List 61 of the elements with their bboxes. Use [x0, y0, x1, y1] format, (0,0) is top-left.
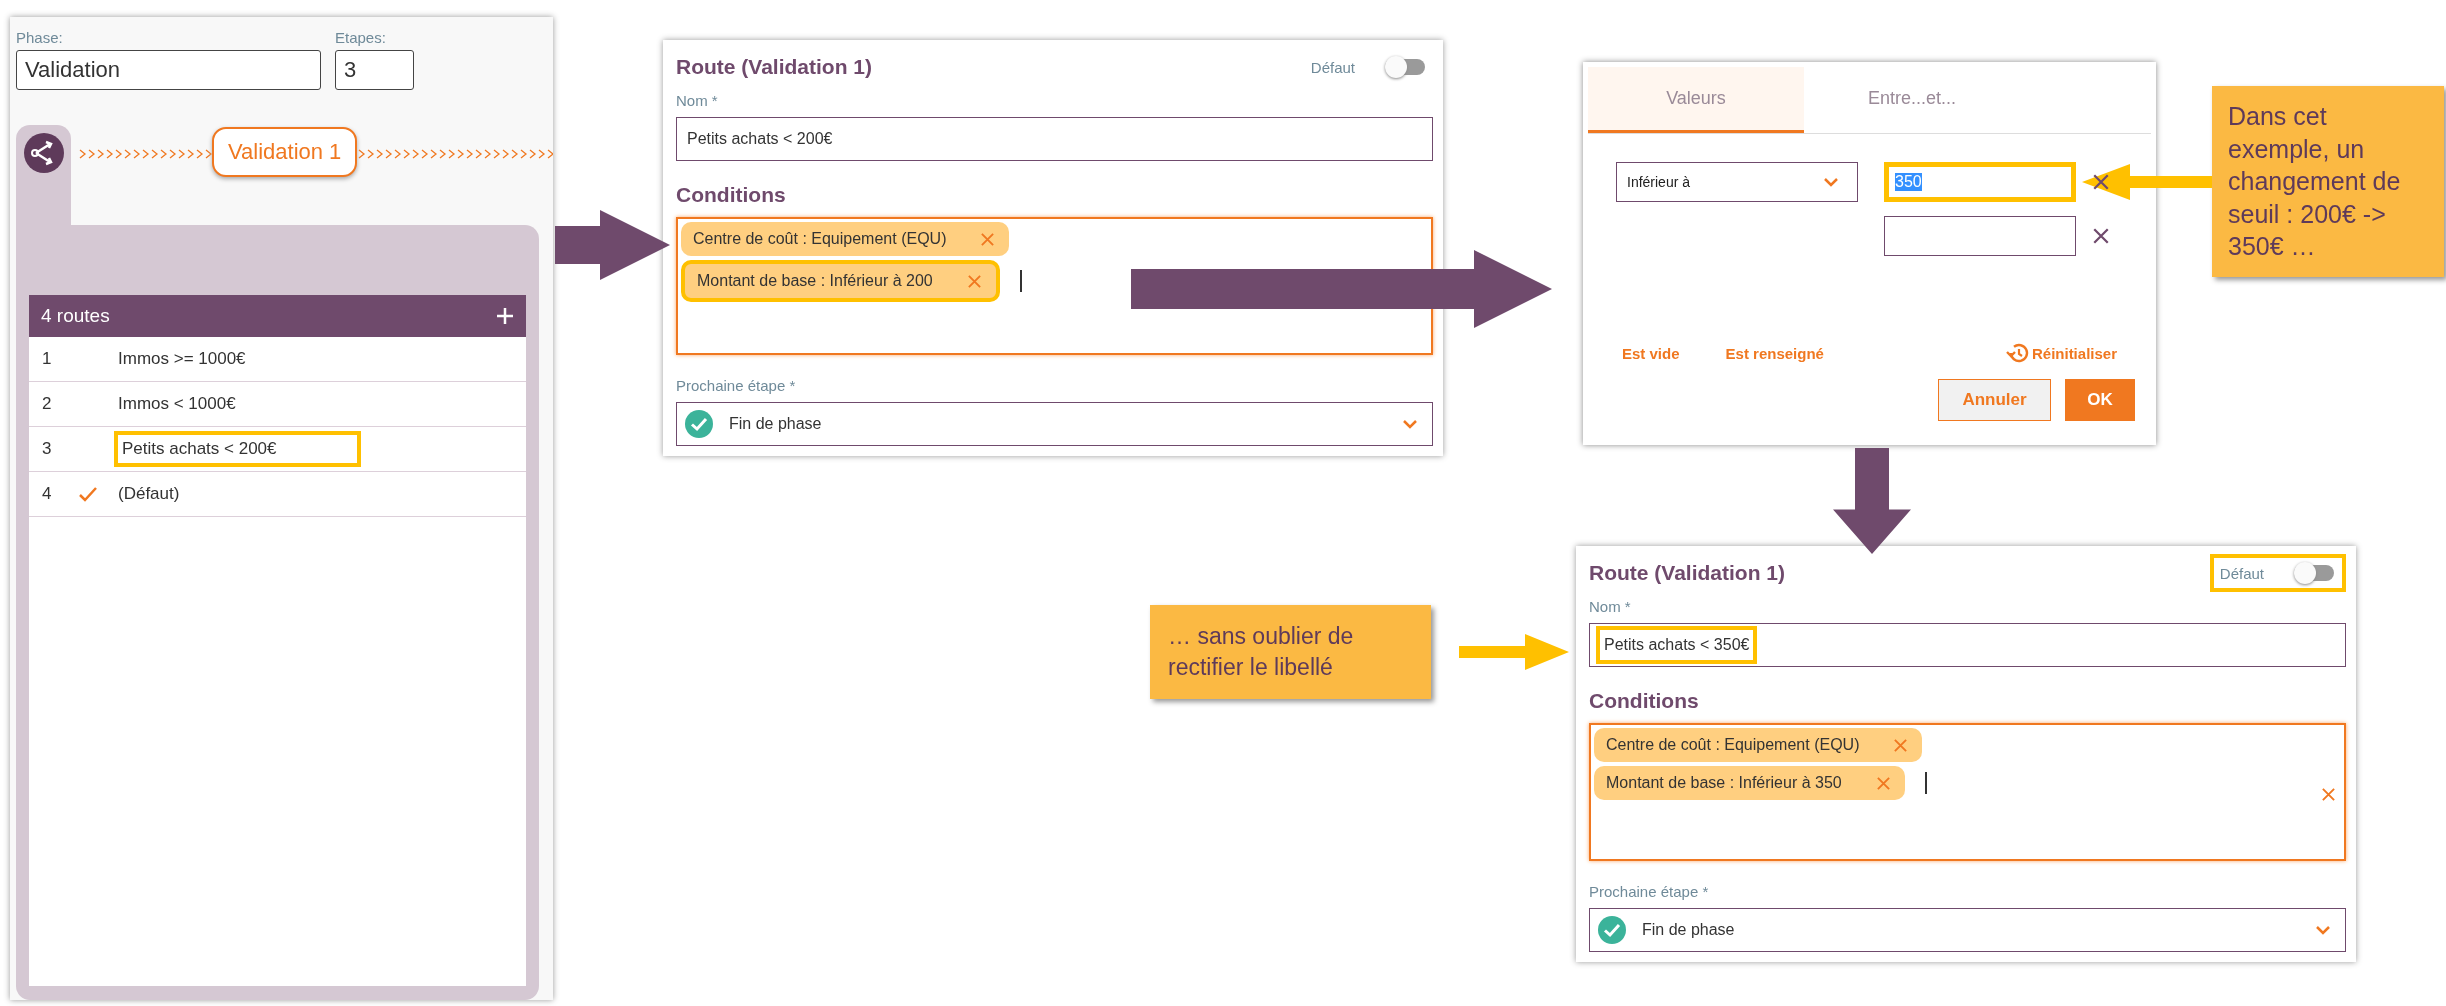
- callout-note: Dans cet exemple, un changement de seuil : 200€ -> 350€ …: [2212, 86, 2444, 277]
- condition-text: Montant de base : Inférieur à 200: [697, 272, 933, 290]
- steps-field[interactable]: 3: [335, 50, 414, 90]
- caret-icon: [2315, 925, 2331, 935]
- conditions-field[interactable]: Centre de coût : Equipement (EQU) Montant de base : Inférieur à 350: [1589, 723, 2346, 861]
- condition-chip[interactable]: Centre de coût : Equipement (EQU): [1594, 728, 1923, 762]
- field-label: Nom *: [676, 92, 719, 109]
- section-title: Conditions: [676, 183, 787, 207]
- callout-note: … sans oublier de rectifier le libellé: [1150, 605, 1431, 700]
- route-name: Petits achats < 200€: [114, 431, 361, 467]
- default-toggle[interactable]: [1385, 56, 1427, 78]
- panel-title: Route (Validation 1): [676, 55, 872, 79]
- operator-select[interactable]: Inférieur à: [1616, 162, 1858, 202]
- close-icon[interactable]: [2092, 173, 2110, 191]
- route-row[interactable]: 2 Immos < 1000€: [29, 382, 526, 427]
- condition-chip[interactable]: Montant de base : Inférieur à 350: [1594, 766, 1905, 800]
- add-icon[interactable]: [496, 307, 514, 325]
- check-circle-icon: [1598, 916, 1626, 944]
- default-label: Défaut: [2219, 564, 2264, 582]
- route-row[interactable]: 1 Immos >= 1000€: [29, 337, 526, 382]
- clear-icon[interactable]: [2321, 787, 2336, 802]
- history-icon[interactable]: [2005, 341, 2030, 365]
- name-field[interactable]: Petits achats < 350€: [1589, 623, 2346, 667]
- field-label: Prochaine étape *: [676, 377, 797, 394]
- route-row[interactable]: 4 (Défaut): [29, 472, 526, 517]
- field-label: Etapes:: [335, 29, 387, 46]
- default-toggle[interactable]: [2294, 562, 2336, 584]
- condition-chip[interactable]: Centre de coût : Equipement (EQU): [681, 222, 1010, 256]
- table-title: 4 routes: [41, 305, 110, 327]
- row-number: 3: [42, 439, 53, 459]
- condition-text: Montant de base : Inférieur à 350: [1606, 774, 1842, 792]
- field-label: Phase:: [16, 29, 64, 46]
- caret-icon: [1823, 177, 1839, 187]
- value-field[interactable]: [1884, 216, 2076, 256]
- field-value: Petits achats < 350€: [1596, 626, 1758, 664]
- close-icon[interactable]: [2092, 227, 2110, 245]
- route-name: (Défaut): [117, 483, 181, 505]
- caret-icon: [1402, 419, 1418, 429]
- row-number: 2: [42, 394, 53, 414]
- route-row[interactable]: 3 Petits achats < 200€: [29, 427, 526, 472]
- condition-text: Centre de coût : Equipement (EQU): [693, 230, 947, 248]
- section-title: Conditions: [1589, 689, 1700, 713]
- row-number: 4: [42, 484, 53, 504]
- route-name: Immos < 1000€: [117, 393, 237, 415]
- default-label: Défaut: [1310, 58, 1355, 76]
- next-step-select[interactable]: Fin de phase: [676, 402, 1433, 446]
- check-circle-icon: [685, 410, 713, 438]
- text-cursor: [1924, 772, 1927, 794]
- field-label: Prochaine étape *: [1589, 883, 1710, 900]
- field-value: Petits achats < 200€: [686, 129, 834, 149]
- next-step-select[interactable]: Fin de phase: [1589, 908, 2346, 952]
- name-field[interactable]: Petits achats < 200€: [676, 117, 1433, 161]
- condition-chip[interactable]: Montant de base : Inférieur à 200: [681, 260, 1000, 302]
- phase-field[interactable]: Validation: [16, 50, 321, 90]
- text-cursor: [1019, 270, 1022, 292]
- condition-text: Centre de coût : Equipement (EQU): [1606, 736, 1860, 754]
- branch-icon[interactable]: [23, 133, 64, 173]
- panel-title: Route (Validation 1): [1589, 561, 1785, 585]
- field-label: Nom *: [1589, 598, 1632, 615]
- row-number: 1: [42, 349, 53, 369]
- route-name: Immos >= 1000€: [117, 348, 247, 370]
